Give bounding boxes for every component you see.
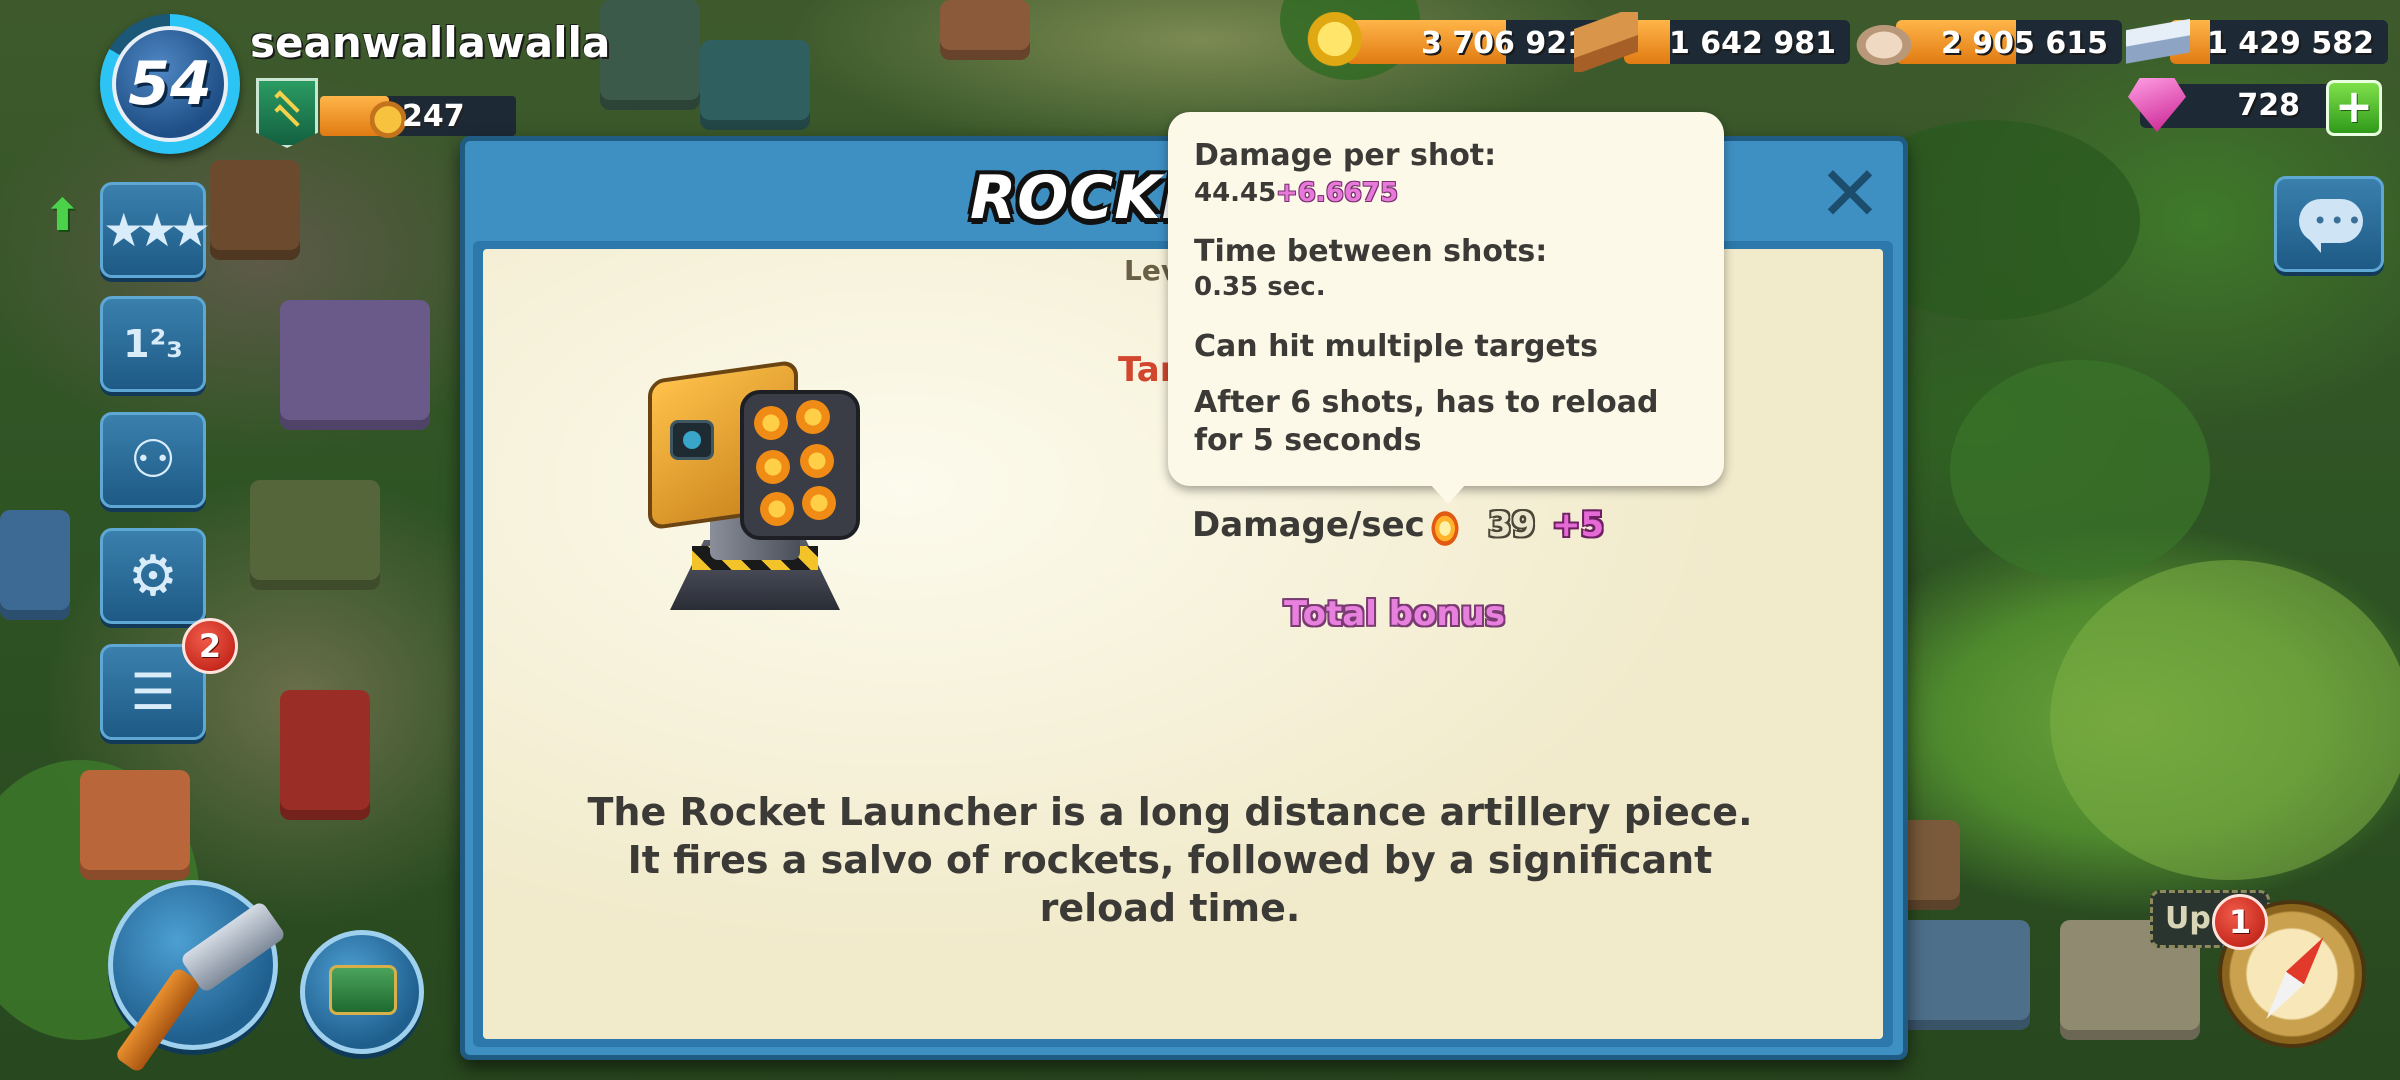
player-level-number: 54 [128, 49, 212, 119]
rocket-tube [796, 400, 830, 434]
damage-per-sec-label[interactable]: Damage/sec [1192, 505, 1425, 545]
task-force-button[interactable]: ⚇ [100, 412, 206, 508]
diamonds-amount: 728 [2237, 88, 2300, 123]
wood-planks-icon [1574, 12, 1638, 72]
tooltip-reload-info: After 6 shots, has to reload for 5 secon… [1194, 385, 1659, 458]
treasure-chest-button[interactable] [300, 930, 424, 1054]
rocket-tube [760, 492, 794, 526]
tooltip-damage-per-shot-bonus: +6.6675 [1276, 178, 1399, 208]
map-building[interactable] [700, 40, 810, 130]
victory-medal-icon [370, 92, 406, 138]
gear-icon: ⚙ [127, 543, 179, 609]
building-description: The Rocket Launcher is a long distance a… [587, 790, 1753, 930]
map-building[interactable] [280, 300, 430, 430]
compass-notification-badge: 1 [2212, 894, 2268, 950]
map-building[interactable] [210, 160, 300, 260]
damage-details-tooltip: Damage per shot: 44.45 +6.6675 Time betw… [1168, 112, 1724, 504]
launcher-sight [670, 420, 714, 460]
player-name[interactable]: seanwallawalla [250, 18, 610, 67]
stone-resource[interactable]: 2 905 615 [1852, 12, 2122, 72]
rocket-tube [756, 450, 790, 484]
map-building[interactable] [940, 0, 1030, 60]
victory-points-value: 247 [402, 99, 465, 134]
map-building[interactable] [280, 690, 370, 820]
level-up-arrow-icon: ⬆ [44, 190, 81, 241]
build-menu-button[interactable] [108, 880, 287, 1074]
wood-amount: 1 642 981 [1668, 26, 1836, 61]
podium-ranking-icon: 1²₃ [123, 322, 183, 366]
wood-bar: 1 642 981 [1624, 20, 1850, 64]
iron-resource[interactable]: 1 429 582 [2126, 12, 2396, 72]
damage-per-sec-bonus: +5 [1552, 505, 1605, 545]
fire-damage-icon [1422, 500, 1468, 546]
stone-bar: 2 905 615 [1896, 20, 2122, 64]
achievements-button[interactable]: ★★★ [100, 182, 211, 278]
stone-block-icon [1852, 12, 1916, 72]
rocket-launcher-image [640, 350, 870, 620]
tooltip-damage-per-shot-value: 44.45 [1194, 178, 1277, 208]
tooltip-time-between-shots-label: Time between shots: [1194, 234, 1548, 269]
compass-needle-icon [2257, 931, 2332, 1026]
rocket-tube [754, 406, 788, 440]
chat-dots: ••• [2313, 207, 2365, 235]
damage-per-sec-value: 39 [1488, 505, 1536, 545]
reports-notification-badge: 2 [182, 618, 238, 674]
wood-resource[interactable]: 1 642 981 [1574, 12, 1850, 72]
buy-diamonds-button[interactable]: + [2326, 80, 2382, 136]
player-level-ring[interactable]: 54 [100, 14, 240, 154]
map-building[interactable] [0, 510, 70, 620]
map-building[interactable] [600, 0, 700, 110]
iron-bar: 1 429 582 [2170, 20, 2388, 64]
gold-coin-icon [1306, 12, 1370, 72]
tooltip-multi-target: Can hit multiple targets [1194, 329, 1598, 364]
iron-ingot-icon [2126, 12, 2190, 72]
launcher-rocket-pod [740, 390, 860, 540]
tooltip-time-between-shots-value: 0.35 sec. [1194, 272, 1326, 302]
player-level-badge: 54 [112, 26, 228, 142]
settings-button[interactable]: ⚙ [100, 528, 206, 624]
map-building[interactable] [1900, 920, 2030, 1030]
hammer-icon [179, 900, 287, 994]
stone-amount: 2 905 615 [1940, 26, 2108, 61]
iron-amount: 1 429 582 [2206, 26, 2374, 61]
gold-amount: 3 706 921 [1420, 26, 1588, 61]
rocket-tube [800, 444, 834, 478]
leaderboard-button[interactable]: 1²₃ [100, 296, 206, 392]
chat-button[interactable]: ••• [2274, 176, 2384, 272]
newspaper-icon: ☰ [130, 663, 176, 721]
map-building[interactable] [250, 480, 380, 590]
gold-resource[interactable]: 3 706 921 [1306, 12, 1602, 72]
treasure-chest-icon [329, 965, 397, 1015]
stars-icon: ★★★ [103, 203, 211, 257]
gold-bar: 3 706 921 [1346, 20, 1602, 64]
total-bonus-link[interactable]: Total bonus [1284, 594, 1505, 634]
map-building[interactable] [80, 770, 190, 880]
rocket-tube [802, 486, 836, 520]
tooltip-damage-per-shot-label: Damage per shot: [1194, 138, 1497, 173]
task-force-icon: ⚇ [129, 430, 177, 490]
close-icon[interactable]: ✕ [1815, 156, 1885, 232]
